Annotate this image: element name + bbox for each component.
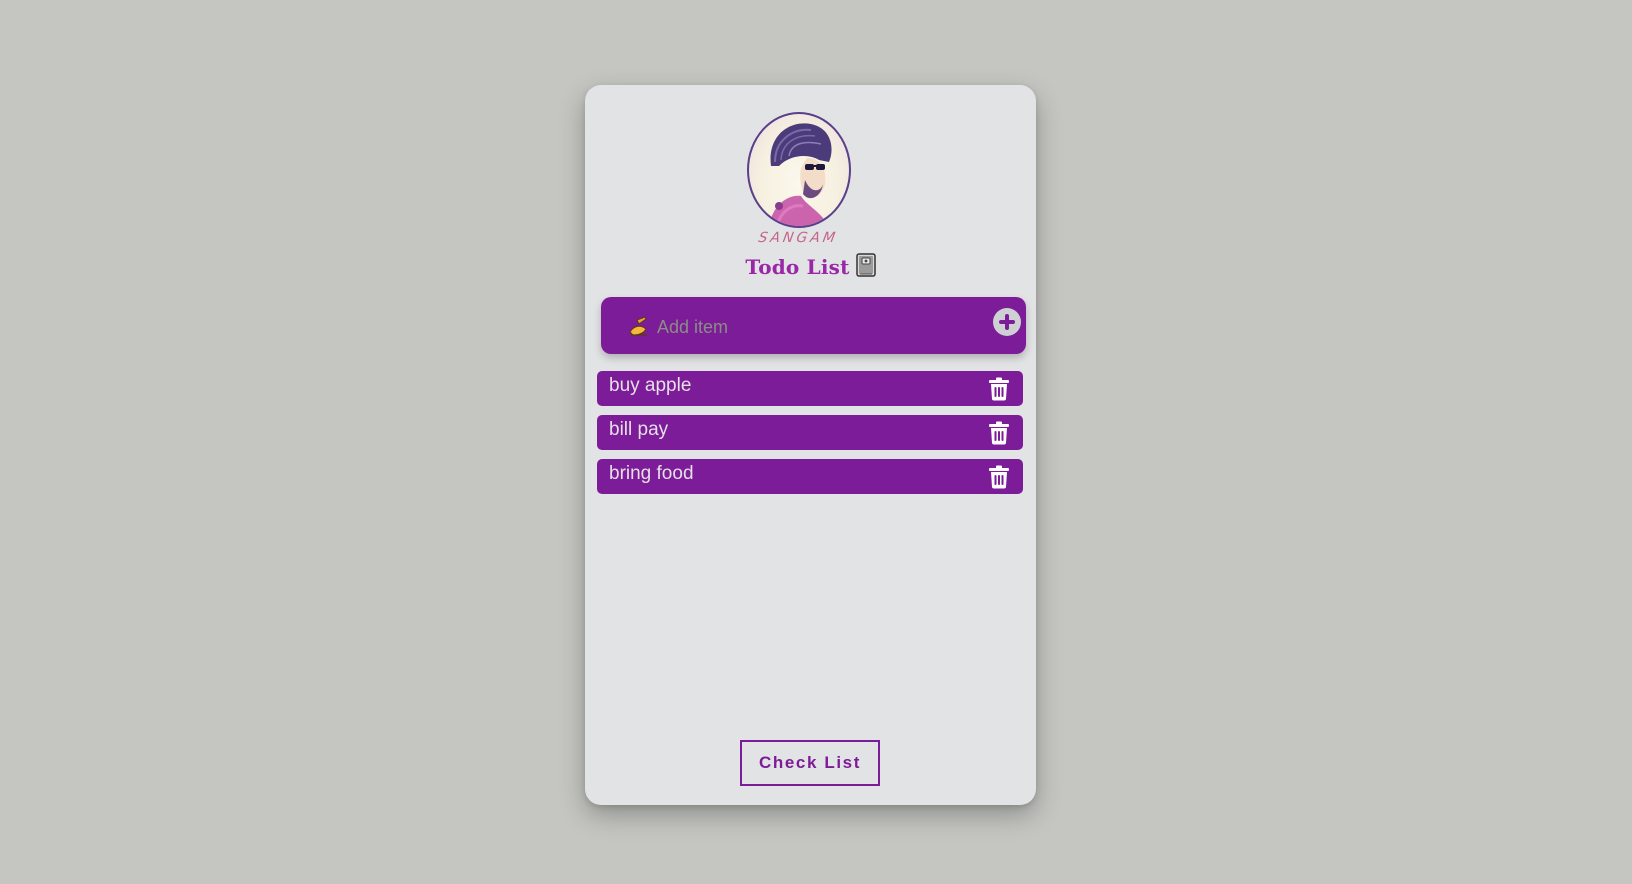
todo-item[interactable]: buy apple xyxy=(597,371,1023,406)
todo-item-label: bill pay xyxy=(609,419,669,440)
todo-card: SANGAM Todo List buy apple bill pay xyxy=(585,85,1036,805)
page-title-text: Todo List xyxy=(745,255,850,279)
page-title: Todo List xyxy=(585,253,1036,282)
signature-logo: SANGAM xyxy=(757,230,839,246)
todo-item[interactable]: bring food xyxy=(597,459,1023,494)
todo-item[interactable]: bill pay xyxy=(597,415,1023,450)
trash-icon[interactable] xyxy=(988,465,1010,489)
trash-icon[interactable] xyxy=(988,421,1010,445)
add-button[interactable] xyxy=(993,308,1021,336)
avatar xyxy=(747,112,851,228)
writing-hand-icon xyxy=(629,316,647,336)
todo-item-label: buy apple xyxy=(609,375,692,396)
add-item-input[interactable] xyxy=(655,311,959,343)
svg-text:SANGAM: SANGAM xyxy=(757,230,839,246)
notebook-icon xyxy=(855,253,876,282)
add-item-bar xyxy=(601,297,1026,354)
check-list-button[interactable]: Check List xyxy=(740,740,880,786)
trash-icon[interactable] xyxy=(988,377,1010,401)
todo-item-label: bring food xyxy=(609,463,694,484)
